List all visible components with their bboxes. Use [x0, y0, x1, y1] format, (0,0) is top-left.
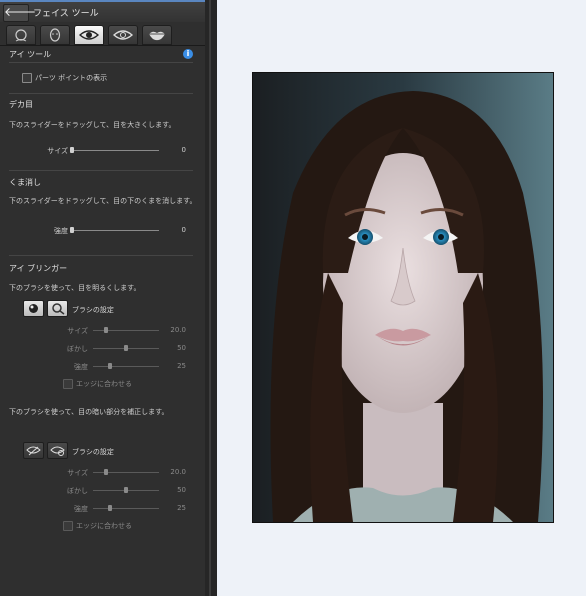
- big-eye-size-label: サイズ: [47, 147, 68, 155]
- dark-circles-strength-track[interactable]: [72, 230, 159, 231]
- panel-header: 🡐 フェイス ツール: [0, 0, 205, 22]
- brush-settings-label-2: ブラシの設定: [72, 448, 114, 456]
- big-eye-size-value: 0: [181, 146, 186, 154]
- big-eye-size-knob[interactable]: [70, 147, 74, 153]
- brush-slider-value: 50: [177, 344, 186, 352]
- brush-slider-label: サイズ: [67, 469, 88, 477]
- dark-circles-title: くま消し: [9, 178, 41, 187]
- tab-eye-bags[interactable]: [108, 25, 138, 45]
- eye-dark-correction-hint: 下のブラシを使って、目の暗い部分を補正します。: [9, 408, 169, 416]
- big-eye-hint: 下のスライダーをドラッグして、目を大きくします。: [9, 121, 176, 129]
- eye-outline-icon: [113, 30, 133, 40]
- brush-slider-knob[interactable]: [104, 327, 109, 333]
- lips-icon: [149, 31, 165, 41]
- face-shape-icon: [49, 28, 61, 42]
- portrait-photo[interactable]: [252, 72, 554, 523]
- brush-slider-label: ぼかし: [67, 487, 88, 495]
- brush-slider-label: サイズ: [67, 327, 88, 335]
- brush-slider-value: 25: [177, 362, 186, 370]
- panel-title: フェイス ツール: [33, 9, 99, 19]
- info-icon[interactable]: i: [183, 49, 193, 59]
- face-tool-panel: 🡐 フェイス ツール アイ ツール i パーツ ポイントの表示 デカ目 下のスラ…: [0, 0, 206, 596]
- eye-brightener-title: アイ ブリンガー: [9, 264, 68, 273]
- dark-circles-strength-label: 強度: [54, 227, 68, 235]
- brush-button-2[interactable]: [23, 442, 44, 459]
- dark-circles-strength-knob[interactable]: [70, 227, 74, 233]
- panel-splitter[interactable]: [205, 0, 217, 596]
- divider: [9, 93, 193, 94]
- arrow-left-icon: 🡐: [4, 5, 37, 19]
- divider: [9, 170, 193, 171]
- brush-slider-track[interactable]: [93, 508, 159, 509]
- brush-slider-track[interactable]: [93, 330, 159, 331]
- brush-slider-label: 強度: [74, 363, 88, 371]
- brush-slider-track[interactable]: [93, 366, 159, 367]
- divider: [9, 255, 193, 256]
- brush-slider-value: 50: [177, 486, 186, 494]
- dark-circles-hint: 下のスライダーをドラッグして、目の下のくまを消します。: [9, 197, 197, 205]
- big-eye-title: デカ目: [9, 100, 33, 109]
- brush-slider-value: 25: [177, 504, 186, 512]
- fit-edge-label: エッジに合わせる: [76, 380, 132, 388]
- fit-edge-checkbox[interactable]: [63, 379, 73, 389]
- tab-face-shaper[interactable]: [40, 25, 70, 45]
- portrait-image: [253, 73, 553, 522]
- brush-button[interactable]: [23, 300, 44, 317]
- fit-edge-checkbox-2[interactable]: [63, 521, 73, 531]
- face-outline-icon: [15, 29, 27, 42]
- eraser-icon: [52, 303, 65, 315]
- brush-slider-knob[interactable]: [124, 487, 128, 493]
- eye-tools-title: アイ ツール: [9, 50, 52, 59]
- tab-divider: [0, 45, 205, 46]
- brush-settings-label: ブラシの設定: [72, 306, 114, 314]
- brush-slider-label: 強度: [74, 505, 88, 513]
- brush-slider-knob[interactable]: [107, 363, 112, 369]
- brush-slider-track[interactable]: [93, 472, 159, 473]
- brush-slider-knob[interactable]: [124, 345, 128, 351]
- show-parts-checkbox[interactable]: [22, 73, 32, 83]
- eye-brightener-hint: 下のブラシを使って、目を明るくします。: [9, 284, 141, 292]
- eraser-button[interactable]: [47, 300, 68, 317]
- tab-lips[interactable]: [142, 25, 172, 45]
- brush-slider-value: 20.0: [170, 326, 186, 334]
- fit-edge-label-2: エッジに合わせる: [76, 522, 132, 530]
- dark-circles-strength-value: 0: [181, 226, 186, 234]
- brush-slider-knob[interactable]: [104, 469, 109, 475]
- divider: [9, 62, 193, 63]
- brush-icon: [29, 304, 38, 313]
- back-button[interactable]: 🡐: [3, 4, 36, 22]
- show-parts-label: パーツ ポイントの表示: [35, 74, 108, 82]
- tool-tabs: [6, 25, 201, 45]
- eye-icon: [79, 30, 99, 40]
- brush-slider-label: ぼかし: [67, 345, 88, 353]
- brush-slider-value: 20.0: [170, 468, 186, 476]
- brush-slider-knob[interactable]: [107, 505, 112, 511]
- tab-eye[interactable]: [74, 25, 104, 45]
- eye-eraser-icon: [50, 446, 65, 456]
- eraser-button-2[interactable]: [47, 442, 68, 459]
- eye-brush-icon: [26, 446, 41, 456]
- tab-face[interactable]: [6, 25, 36, 45]
- big-eye-size-track[interactable]: [72, 150, 159, 151]
